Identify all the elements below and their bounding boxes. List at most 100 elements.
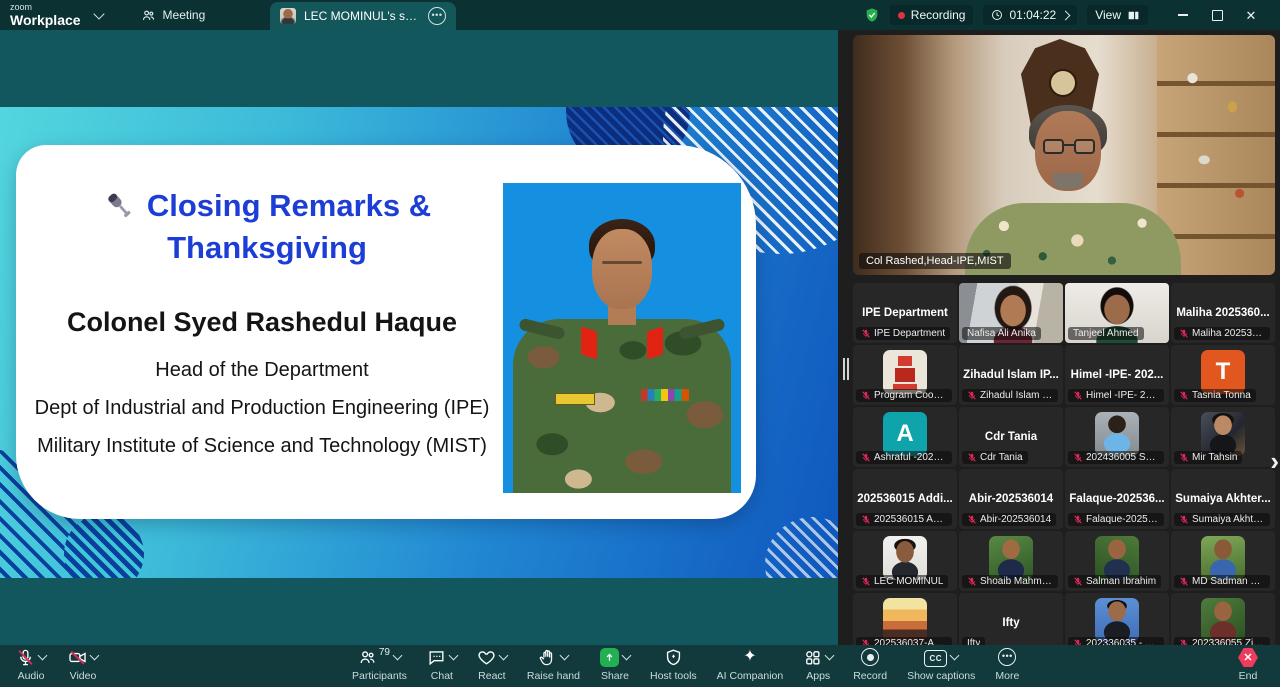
participant-avatar: [1201, 598, 1245, 642]
participant-avatar: [1095, 598, 1139, 642]
mic-off-icon: [1179, 390, 1189, 401]
toolbar-button-share[interactable]: Share: [596, 648, 634, 682]
apps-chevron[interactable]: [825, 651, 835, 661]
participant-tile[interactable]: Shoaib Mahmud: [959, 531, 1063, 591]
participant-tile[interactable]: Himel -IPE- 202... Himel -IPE- 202...: [1065, 345, 1169, 405]
participant-tile[interactable]: T Tasnia Tonna: [1171, 345, 1275, 405]
participant-label: LEC MOMINUL: [856, 575, 948, 588]
recording-dot-icon: [898, 12, 905, 19]
mic-off-icon: [1073, 638, 1083, 645]
end-icon: ✕: [1238, 648, 1258, 667]
toolbar-button-show-captions[interactable]: CC Show captions: [903, 648, 979, 682]
close-button[interactable]: ✕: [1234, 0, 1268, 30]
participant-tile[interactable]: Tanjeel Ahmed: [1065, 283, 1169, 343]
participant-label: 202436005 Shaf...: [1068, 451, 1164, 464]
panel-resize-handle[interactable]: [843, 358, 845, 380]
participant-tile[interactable]: 202436005 Shaf...: [1065, 407, 1169, 467]
mic-off-icon: [1073, 452, 1083, 463]
captions-icon: CC: [924, 650, 947, 667]
participant-avatar: [1201, 412, 1245, 456]
toolbar-button-ai-companion[interactable]: ✦ AI Companion: [713, 648, 788, 682]
mic-off-icon: [1073, 576, 1083, 587]
audio-options-chevron[interactable]: [38, 651, 48, 661]
participant-tile[interactable]: Falaque-202536... Falaque-202536...: [1065, 469, 1169, 529]
gallery-next-page-chevron-icon[interactable]: ›: [1270, 448, 1279, 474]
participant-tile[interactable]: Nafisa Ali Anika: [959, 283, 1063, 343]
participant-avatar: T: [1201, 350, 1245, 394]
chat-chevron[interactable]: [448, 651, 458, 661]
toolbar-button-video[interactable]: Video: [64, 648, 102, 682]
toolbar-button-react[interactable]: React: [473, 648, 511, 682]
slide-institute: Military Institute of Science and Techno…: [22, 435, 502, 458]
mic-off-icon: [861, 638, 871, 645]
participant-tile[interactable]: Salman Ibrahim: [1065, 531, 1169, 591]
toolbar-button-raise-hand[interactable]: Raise hand: [523, 648, 584, 682]
participant-avatar: [1095, 536, 1139, 580]
toolbar-button-record[interactable]: Record: [849, 648, 891, 682]
record-icon: [861, 648, 879, 666]
toolbar-button-more[interactable]: ••• More: [991, 648, 1023, 682]
mic-off-icon: [967, 452, 977, 463]
meeting-timer[interactable]: 01:04:22: [983, 5, 1077, 25]
participant-avatar: A: [883, 412, 927, 456]
toolbar-button-end[interactable]: ✕ End: [1234, 648, 1262, 682]
participants-count-badge: 79: [379, 647, 390, 658]
participant-tile[interactable]: Cdr Tania Cdr Tania: [959, 407, 1063, 467]
participant-tile[interactable]: Zihadul Islam IP... Zihadul Islam IP...: [959, 345, 1063, 405]
view-grid-icon: [1127, 9, 1140, 22]
participant-avatar: [883, 350, 927, 394]
security-shield-icon[interactable]: [864, 7, 880, 23]
participants-chevron[interactable]: [393, 651, 403, 661]
video-options-chevron[interactable]: [90, 651, 100, 661]
participant-label: Zihadul Islam IP...: [962, 389, 1058, 402]
participant-label: Shoaib Mahmud: [962, 575, 1058, 588]
recording-indicator[interactable]: Recording: [890, 5, 974, 25]
video-panel: Col Rashed,Head-IPE,MIST IPE Department …: [838, 30, 1280, 645]
toolbar-button-chat[interactable]: Chat: [423, 648, 461, 682]
maximize-button[interactable]: [1200, 0, 1234, 30]
minimize-button[interactable]: [1166, 0, 1200, 30]
video-off-icon: [68, 648, 87, 667]
tab-meeting[interactable]: Meeting: [141, 8, 206, 23]
brand-zoom: zoom: [10, 3, 81, 12]
toolbar-button-audio[interactable]: Audio: [12, 648, 50, 682]
toolbar-button-participants[interactable]: 79 Participants: [348, 648, 411, 682]
participant-tile[interactable]: A Ashraful -20253...: [853, 407, 957, 467]
tab-more-icon[interactable]: •••: [428, 7, 446, 25]
workspace-chevron-icon[interactable]: [93, 8, 104, 19]
toolbar-button-apps[interactable]: Apps: [799, 648, 837, 682]
participant-label: 202536037-Ano...: [856, 637, 952, 645]
brand-workplace: Workplace: [10, 13, 81, 27]
participant-tile[interactable]: 202336035 - As...: [1065, 593, 1169, 645]
participant-label: Ashraful -20253...: [856, 451, 952, 464]
raise-hand-chevron[interactable]: [560, 651, 570, 661]
participant-tile[interactable]: Maliha 2025360... Maliha 2025360...: [1171, 283, 1275, 343]
captions-chevron[interactable]: [950, 651, 960, 661]
participant-tile[interactable]: MD Sadman Sid...: [1171, 531, 1275, 591]
participant-tile[interactable]: 202336055 Ziman: [1171, 593, 1275, 645]
participant-tile[interactable]: Sumaiya Akhter... Sumaiya Akhter-...: [1171, 469, 1275, 529]
colonel-portrait-photo: [503, 183, 741, 493]
toolbar-button-host-tools[interactable]: Host tools: [646, 648, 701, 682]
share-chevron[interactable]: [622, 651, 632, 661]
participant-label: Abir-202536014: [962, 513, 1056, 526]
speaker-video-frame: [853, 35, 1275, 275]
participant-tile[interactable]: Mir Tahsin: [1171, 407, 1275, 467]
view-button[interactable]: View: [1087, 5, 1148, 25]
participant-tile[interactable]: 202536037-Ano...: [853, 593, 957, 645]
participant-avatar: [1095, 412, 1139, 456]
participant-label: MD Sadman Sid...: [1174, 575, 1270, 588]
participant-tile[interactable]: Abir-202536014 Abir-202536014: [959, 469, 1063, 529]
participant-tile[interactable]: IPE Department IPE Department: [853, 283, 957, 343]
participant-label: Maliha 2025360...: [1174, 327, 1270, 340]
microphone-icon: [103, 189, 137, 223]
participant-label: 202536015 Addi...: [856, 513, 952, 526]
participant-tile[interactable]: Program Coord...: [853, 345, 957, 405]
active-speaker-video[interactable]: Col Rashed,Head-IPE,MIST: [853, 35, 1275, 275]
participant-tile[interactable]: 202536015 Addi... 202536015 Addi...: [853, 469, 957, 529]
tab-shared-screen[interactable]: LEC MOMINUL's screen •••: [270, 2, 456, 30]
react-chevron[interactable]: [498, 651, 508, 661]
participant-tile[interactable]: LEC MOMINUL: [853, 531, 957, 591]
participant-tile[interactable]: Ifty Ifty: [959, 593, 1063, 645]
mic-off-icon: [967, 576, 977, 587]
